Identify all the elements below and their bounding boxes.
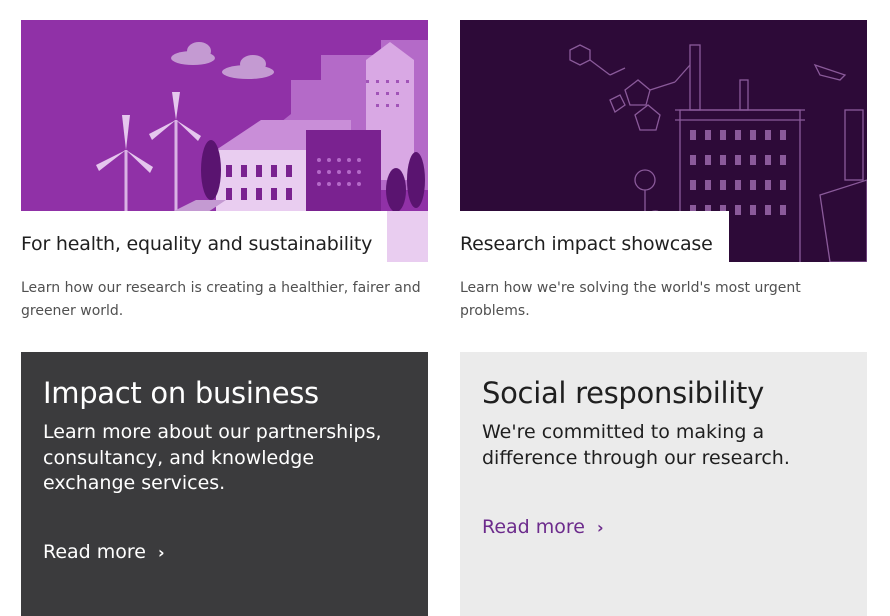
panel-title: Social responsibility bbox=[482, 376, 764, 410]
impact-on-business-panel: Impact on business Learn more about our … bbox=[21, 352, 428, 616]
panel-text: We're committed to making a difference t… bbox=[482, 421, 790, 469]
read-more-label[interactable]: Read more bbox=[43, 541, 146, 563]
showcase-card[interactable]: Research impact showcase bbox=[460, 20, 867, 262]
panel-text: Learn more about our partnerships, consu… bbox=[43, 421, 382, 494]
card-description: Learn how our research is creating a hea… bbox=[21, 280, 421, 319]
read-more-link[interactable]: Read more › bbox=[43, 541, 165, 563]
card-description: Learn how we're solving the world's most… bbox=[460, 280, 801, 319]
read-more-label[interactable]: Read more bbox=[482, 516, 585, 538]
social-responsibility-panel: Social responsibility We're committed to… bbox=[460, 352, 867, 616]
card-title-tab: For health, equality and sustainability bbox=[21, 211, 387, 262]
read-more-link[interactable]: Read more › bbox=[482, 516, 604, 538]
card-title[interactable]: For health, equality and sustainability bbox=[21, 232, 372, 262]
health-card[interactable]: For health, equality and sustainability bbox=[21, 20, 428, 262]
card-title-tab: Research impact showcase bbox=[460, 211, 729, 262]
card-title[interactable]: Research impact showcase bbox=[460, 232, 713, 262]
chevron-right-icon: › bbox=[597, 517, 604, 537]
chevron-right-icon: › bbox=[158, 542, 165, 562]
panel-title: Impact on business bbox=[43, 376, 319, 410]
